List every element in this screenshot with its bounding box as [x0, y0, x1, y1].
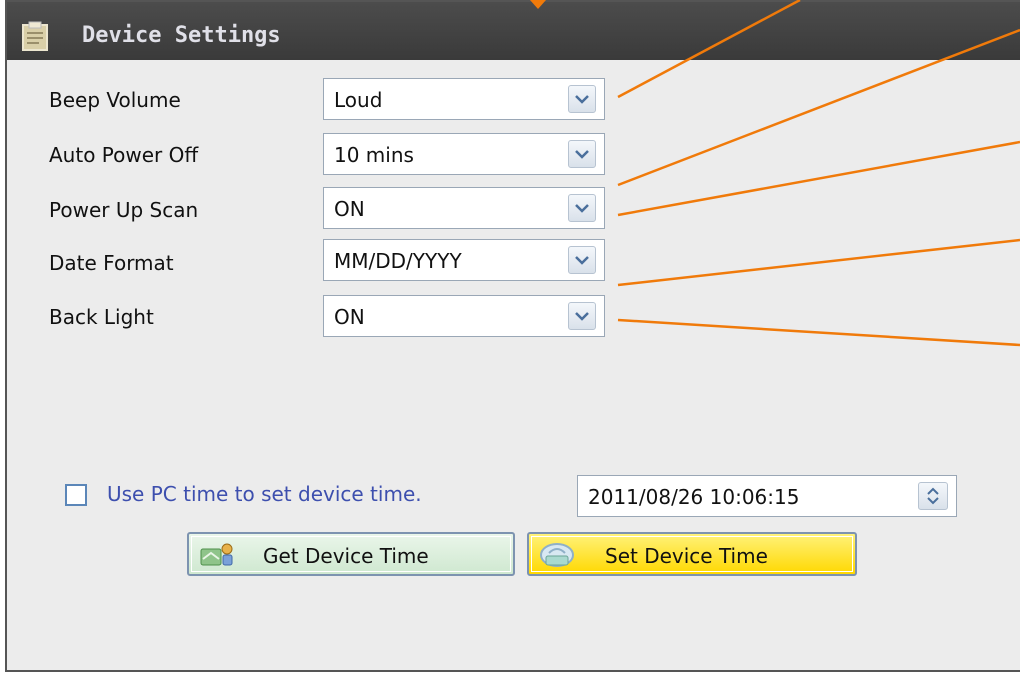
- back-light-select[interactable]: ON: [323, 295, 605, 337]
- chevron-down-icon[interactable]: [568, 246, 596, 274]
- auto-power-off-value: 10 mins: [334, 143, 414, 167]
- power-up-scan-label: Power Up Scan: [49, 198, 199, 222]
- power-up-scan-value: ON: [334, 197, 365, 221]
- title-bar: Device Settings: [7, 2, 1020, 60]
- back-light-value: ON: [334, 305, 365, 329]
- beep-volume-select[interactable]: Loud: [323, 78, 605, 120]
- clipboard-icon: [22, 21, 48, 51]
- beep-volume-label: Beep Volume: [49, 88, 181, 112]
- power-up-scan-select[interactable]: ON: [323, 187, 605, 229]
- back-light-label: Back Light: [49, 305, 154, 329]
- set-device-time-button[interactable]: Set Device Time: [527, 532, 857, 576]
- chevron-down-icon[interactable]: [568, 85, 596, 113]
- date-format-select[interactable]: MM/DD/YYYY: [323, 239, 605, 281]
- get-device-time-button[interactable]: Get Device Time: [187, 532, 515, 576]
- use-pc-time-label[interactable]: Use PC time to set device time.: [107, 482, 422, 506]
- use-pc-time-checkbox[interactable]: [65, 484, 87, 506]
- sync-device-icon: [200, 543, 233, 566]
- spinner-arrows-icon[interactable]: [918, 482, 948, 510]
- device-settings-panel: Device Settings Beep Volume Loud Auto Po…: [5, 0, 1020, 672]
- window-title: Device Settings: [82, 23, 281, 48]
- device-time-value: 2011/08/26 10:06:15: [588, 485, 800, 509]
- date-format-value: MM/DD/YYYY: [334, 249, 462, 273]
- chevron-down-icon[interactable]: [568, 140, 596, 168]
- date-format-label: Date Format: [49, 251, 174, 275]
- chevron-down-icon[interactable]: [568, 194, 596, 222]
- auto-power-off-label: Auto Power Off: [49, 143, 199, 167]
- chevron-down-icon[interactable]: [568, 302, 596, 330]
- device-clock-icon: [540, 543, 574, 567]
- get-device-time-label: Get Device Time: [263, 544, 429, 568]
- device-time-spinner[interactable]: 2011/08/26 10:06:15: [577, 475, 957, 517]
- beep-volume-value: Loud: [334, 88, 383, 112]
- set-device-time-label: Set Device Time: [605, 544, 768, 568]
- auto-power-off-select[interactable]: 10 mins: [323, 133, 605, 175]
